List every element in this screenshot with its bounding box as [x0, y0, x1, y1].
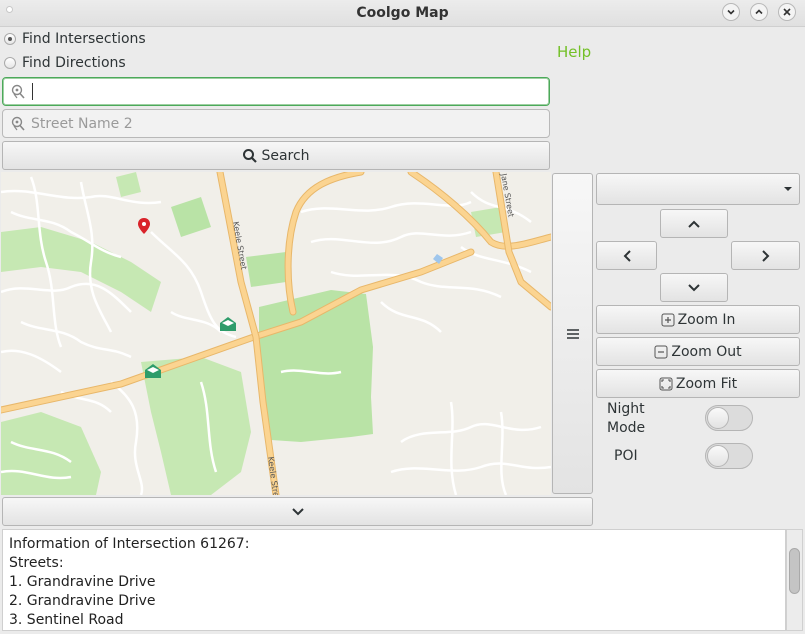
toggle-knob	[707, 407, 729, 429]
map-canvas[interactable]: Keele Street Keele Street Jane Street	[1, 172, 551, 495]
text-cursor	[32, 83, 33, 100]
title-bar: Coolgo Map	[0, 0, 805, 27]
intersection-info-text[interactable]: Information of Intersection 61267: Stree…	[2, 529, 786, 631]
dropdown-arrow-icon	[784, 187, 792, 191]
info-line: 2. Grandravine Drive	[9, 593, 156, 609]
close-button[interactable]	[778, 3, 796, 21]
location-search-icon	[7, 113, 29, 135]
chevron-up-icon	[688, 220, 700, 228]
help-link[interactable]: Help	[557, 43, 591, 61]
zoom-fit-button[interactable]: Zoom Fit	[596, 369, 800, 398]
info-line: 3. Sentinel Road	[9, 612, 124, 628]
radio-label: Find Directions	[22, 55, 126, 71]
chevron-down-icon	[291, 507, 304, 515]
info-line: 1. Grandravine Drive	[9, 574, 156, 590]
minimize-button[interactable]	[722, 3, 740, 21]
zoom-in-label: Zoom In	[677, 311, 736, 328]
pan-down-button[interactable]	[660, 273, 728, 302]
zoom-in-button[interactable]: Zoom In	[596, 305, 800, 334]
radio-find-intersections[interactable]: Find Intersections	[4, 31, 146, 47]
window-title: Coolgo Map	[356, 5, 449, 21]
side-menu-button[interactable]	[552, 173, 593, 494]
zoom-in-icon	[661, 313, 675, 326]
zoom-fit-label: Zoom Fit	[675, 375, 738, 392]
info-scrollbar[interactable]	[786, 529, 803, 631]
menu-icon	[566, 328, 579, 339]
chevron-left-icon	[623, 249, 631, 262]
close-icon	[783, 8, 791, 16]
street-name-1-input[interactable]	[2, 77, 550, 106]
info-line: Streets:	[9, 555, 64, 571]
search-label: Search	[261, 147, 310, 164]
chevron-down-icon	[688, 283, 700, 291]
info-line: Information of Intersection 61267:	[9, 536, 250, 552]
layer-select[interactable]	[596, 173, 800, 205]
search-button[interactable]: Search	[2, 141, 550, 170]
zoom-out-label: Zoom Out	[671, 343, 742, 360]
pan-left-button[interactable]	[596, 241, 657, 270]
search-icon	[243, 148, 258, 163]
location-search-icon	[7, 81, 29, 103]
maximize-button[interactable]	[750, 3, 768, 21]
radio-unchecked-icon	[4, 57, 16, 69]
zoom-out-icon	[654, 345, 668, 358]
night-mode-toggle[interactable]	[705, 405, 753, 431]
radio-label: Find Intersections	[22, 31, 146, 47]
poi-label: POI	[614, 448, 638, 464]
night-mode-label: Night Mode	[607, 401, 646, 436]
chevron-right-icon	[761, 249, 769, 262]
scrollbar-thumb[interactable]	[789, 548, 800, 594]
poi-toggle[interactable]	[705, 443, 753, 469]
street-name-2-placeholder: Street Name 2	[31, 115, 133, 132]
expand-info-button[interactable]	[2, 497, 593, 526]
chevron-down-icon	[727, 9, 735, 15]
park-area	[246, 252, 286, 287]
street-name-2-input[interactable]: Street Name 2	[2, 109, 550, 138]
radio-checked-icon	[4, 33, 16, 45]
zoom-out-button[interactable]: Zoom Out	[596, 337, 800, 366]
pan-up-button[interactable]	[660, 209, 728, 238]
chevron-up-icon	[755, 9, 763, 15]
zoom-fit-icon	[659, 377, 673, 390]
pan-right-button[interactable]	[731, 241, 800, 270]
toggle-knob	[707, 445, 729, 467]
radio-find-directions[interactable]: Find Directions	[4, 55, 126, 71]
